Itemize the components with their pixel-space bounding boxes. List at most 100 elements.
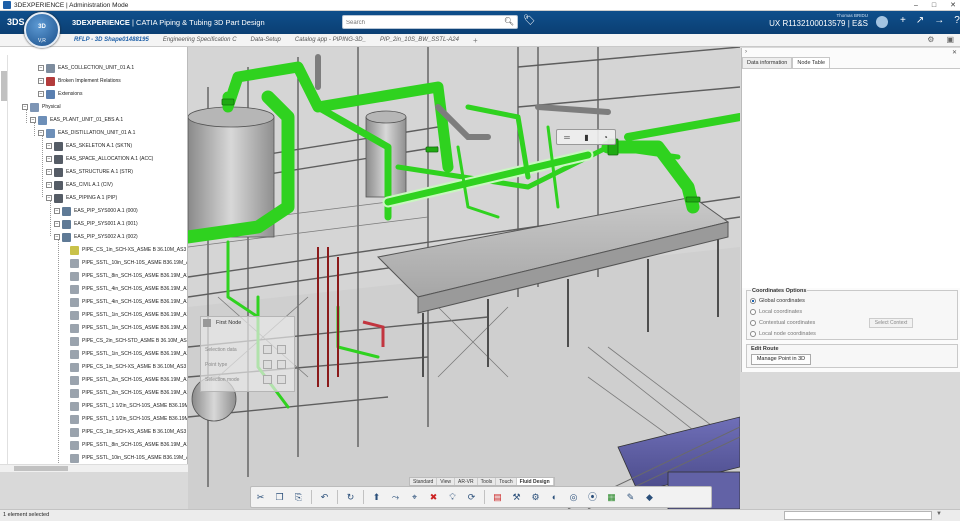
expand-toggle[interactable] — [62, 416, 68, 422]
expand-toggle[interactable] — [62, 338, 68, 344]
tree-node[interactable]: − EAS_PIPING A.1 (PIP) — [46, 192, 117, 204]
close-icon[interactable]: ✕ — [952, 49, 957, 56]
tab-fluid-design[interactable]: Fluid Design — [516, 478, 554, 485]
tab-rflp[interactable]: RFLP - 3D Shape01488195 — [74, 37, 149, 43]
expand-toggle[interactable] — [62, 325, 68, 331]
tree-node[interactable]: PIPE_CS_1in_SCH-XS_ASME B 36.10M_AS3 — [62, 361, 186, 373]
tree-node[interactable]: − EAS_SPACE_ALLOCATION A.1 (ACC) — [46, 153, 153, 165]
expand-toggle[interactable] — [62, 273, 68, 279]
tree-node[interactable]: − EAS_STRUCTURE A.1 (STR) — [46, 166, 133, 178]
elbow-icon[interactable]: ◔ — [603, 133, 608, 142]
tab-node-table[interactable]: Node Table — [792, 57, 831, 68]
tree-node[interactable]: PIPE_SSTL_10in_SCH-10S_ASME B36.19M_A — [62, 452, 187, 464]
route-icon[interactable]: ⤳ — [388, 490, 403, 505]
expand-toggle[interactable]: − — [46, 169, 52, 175]
selection-data-icon[interactable] — [263, 345, 272, 354]
search-input[interactable] — [346, 17, 496, 28]
expand-toggle[interactable]: − — [38, 65, 44, 71]
local-node-coordinates-option[interactable]: Local node coordinates — [750, 331, 816, 337]
flange-icon[interactable]: ◎ — [566, 490, 581, 505]
forward-icon[interactable]: → — [934, 15, 944, 26]
tree-node[interactable]: PIPE_SSTL_8in_SCH-10S_ASME B36.19M_A2 — [62, 439, 187, 451]
tree-node[interactable]: − Extensions — [38, 88, 82, 100]
tree-node[interactable]: − EAS_CIVIL A.1 (CIV) — [46, 179, 113, 191]
local-node-coordinates-radio[interactable] — [750, 331, 756, 337]
local-coordinates-option[interactable]: Local coordinates — [750, 309, 802, 315]
command-input[interactable] — [784, 511, 932, 520]
tab-touch[interactable]: Touch — [496, 478, 517, 485]
point-type-icon-2[interactable] — [277, 360, 286, 369]
tree-horizontal-scrollbar[interactable] — [0, 464, 188, 472]
pipe-segment-icon[interactable]: ═ — [564, 133, 570, 142]
tree-node[interactable]: PIPE_SSTL_2in_SCH-10S_ASME B36.19M_A2 — [62, 374, 187, 386]
expand-toggle[interactable]: − — [38, 91, 44, 97]
tab-standard[interactable]: Standard — [410, 478, 438, 485]
expand-toggle[interactable] — [62, 390, 68, 396]
measure-icon[interactable]: ⌖ — [407, 490, 422, 505]
avatar[interactable] — [876, 16, 888, 28]
search-box[interactable]: 🔍︎ — [342, 15, 518, 29]
expand-toggle[interactable]: − — [46, 182, 52, 188]
part-icon[interactable]: ⚒ — [509, 490, 524, 505]
tree-node[interactable]: PIPE_SSTL_2in_SCH-10S_ASME B36.19M_A2 — [62, 387, 187, 399]
expand-toggle[interactable]: − — [22, 104, 28, 110]
tab-engineering-spec[interactable]: Engineering Specification C — [163, 37, 237, 43]
collapse-icon[interactable]: ▣ — [946, 35, 954, 44]
tree-node[interactable]: − EAS_COLLECTION_UNIT_01 A.1 — [38, 62, 134, 74]
selection-data-icon-2[interactable] — [277, 345, 286, 354]
cut-icon[interactable]: ✂ — [253, 490, 268, 505]
expand-toggle[interactable] — [62, 312, 68, 318]
tree-node[interactable]: − Broken Implement Relations — [38, 75, 121, 87]
node-icon[interactable]: ▮ — [584, 133, 588, 142]
tree-node[interactable]: PIPE_SSTL_1in_SCH-10S_ASME B36.19M_A2 — [62, 322, 187, 334]
expand-toggle[interactable]: − — [54, 208, 60, 214]
chevron-right-icon[interactable]: › — [745, 49, 747, 55]
tree-scroll-thumb[interactable] — [1, 71, 7, 101]
tree-node[interactable]: PIPE_SSTL_1in_SCH-10S_ASME B36.19M_A2 — [62, 348, 187, 360]
manage-point-3d-button[interactable]: Manage Point in 3D — [751, 354, 811, 365]
tree-node[interactable]: PIPE_CS_1in_SCH-XS_ASME B 36.10M_AS3 — [62, 426, 186, 438]
local-coordinates-radio[interactable] — [750, 309, 756, 315]
tree-node[interactable]: − EAS_PLANT_UNIT_01_EBS A.1 — [30, 114, 123, 126]
user-info[interactable]: Thomas BRIDU UX R1132100013579 | E&S — [758, 13, 868, 28]
minimize-button[interactable]: – — [914, 0, 918, 11]
contextual-coordinates-option[interactable]: Contextual coordinates — [750, 320, 815, 326]
tag-icon[interactable]: 🏷︎ — [523, 15, 536, 26]
tree-node[interactable]: − EAS_DISTILLATION_UNIT_01 A.1 — [38, 127, 135, 139]
tree-node[interactable]: PIPE_SSTL_8in_SCH-10S_ASME B36.19M_A2 — [62, 270, 187, 282]
plus-icon[interactable]: + — [900, 15, 906, 26]
tree-node[interactable]: − EAS_PIP_SYS002 A.1 (002) — [54, 231, 138, 243]
point-type-icon[interactable] — [263, 360, 272, 369]
bend-icon[interactable]: ◐ — [547, 490, 562, 505]
tree-node[interactable]: PIPE_SSTL_1 1/2in_SCH-10S_ASME B36.19M — [62, 413, 187, 425]
expand-toggle[interactable] — [62, 403, 68, 409]
expand-toggle[interactable]: − — [46, 195, 52, 201]
expand-toggle[interactable] — [62, 286, 68, 292]
tree-node[interactable]: PIPE_SSTL_1in_SCH-10S_ASME B36.19M_A2 — [62, 309, 187, 321]
expand-toggle[interactable]: − — [54, 234, 60, 240]
tree-hscroll-thumb[interactable] — [14, 466, 68, 471]
expand-toggle[interactable] — [62, 377, 68, 383]
global-coordinates-option[interactable]: Global coordinates — [750, 298, 805, 304]
gear-icon[interactable]: ⚙ — [927, 35, 934, 44]
export-icon[interactable]: ⬆ — [369, 490, 384, 505]
tree-node[interactable]: PIPE_SSTL_10in_SCH-10S_ASME B36.19M_A — [62, 257, 187, 269]
tree-node[interactable]: − EAS_SKELETON A.1 (SKTN) — [46, 140, 132, 152]
expand-toggle[interactable]: − — [54, 221, 60, 227]
expand-toggle[interactable]: − — [46, 156, 52, 162]
tree-node[interactable]: − Physical — [22, 101, 61, 113]
selection-mode-icon[interactable] — [263, 375, 272, 384]
tab-catalog-app[interactable]: Catalog app - PIPING-3D_ — [295, 37, 366, 43]
pipe-icon[interactable]: ▤ — [490, 490, 505, 505]
add-tab-button[interactable]: + — [473, 36, 478, 45]
filter-icon[interactable]: ▼ — [936, 511, 942, 517]
undo-icon[interactable]: ↶ — [317, 490, 332, 505]
selection-mode-icon-2[interactable] — [277, 375, 286, 384]
tab-tools[interactable]: Tools — [478, 478, 497, 485]
delete-icon[interactable]: ✖ — [426, 490, 441, 505]
paste-icon[interactable]: ⎘ — [291, 490, 306, 505]
copy-icon[interactable]: ❐ — [272, 490, 287, 505]
tree-node[interactable]: − EAS_PIP_SYS001 A.1 (001) — [54, 218, 138, 230]
edit-icon[interactable]: ✎ — [623, 490, 638, 505]
expand-toggle[interactable] — [62, 455, 68, 461]
